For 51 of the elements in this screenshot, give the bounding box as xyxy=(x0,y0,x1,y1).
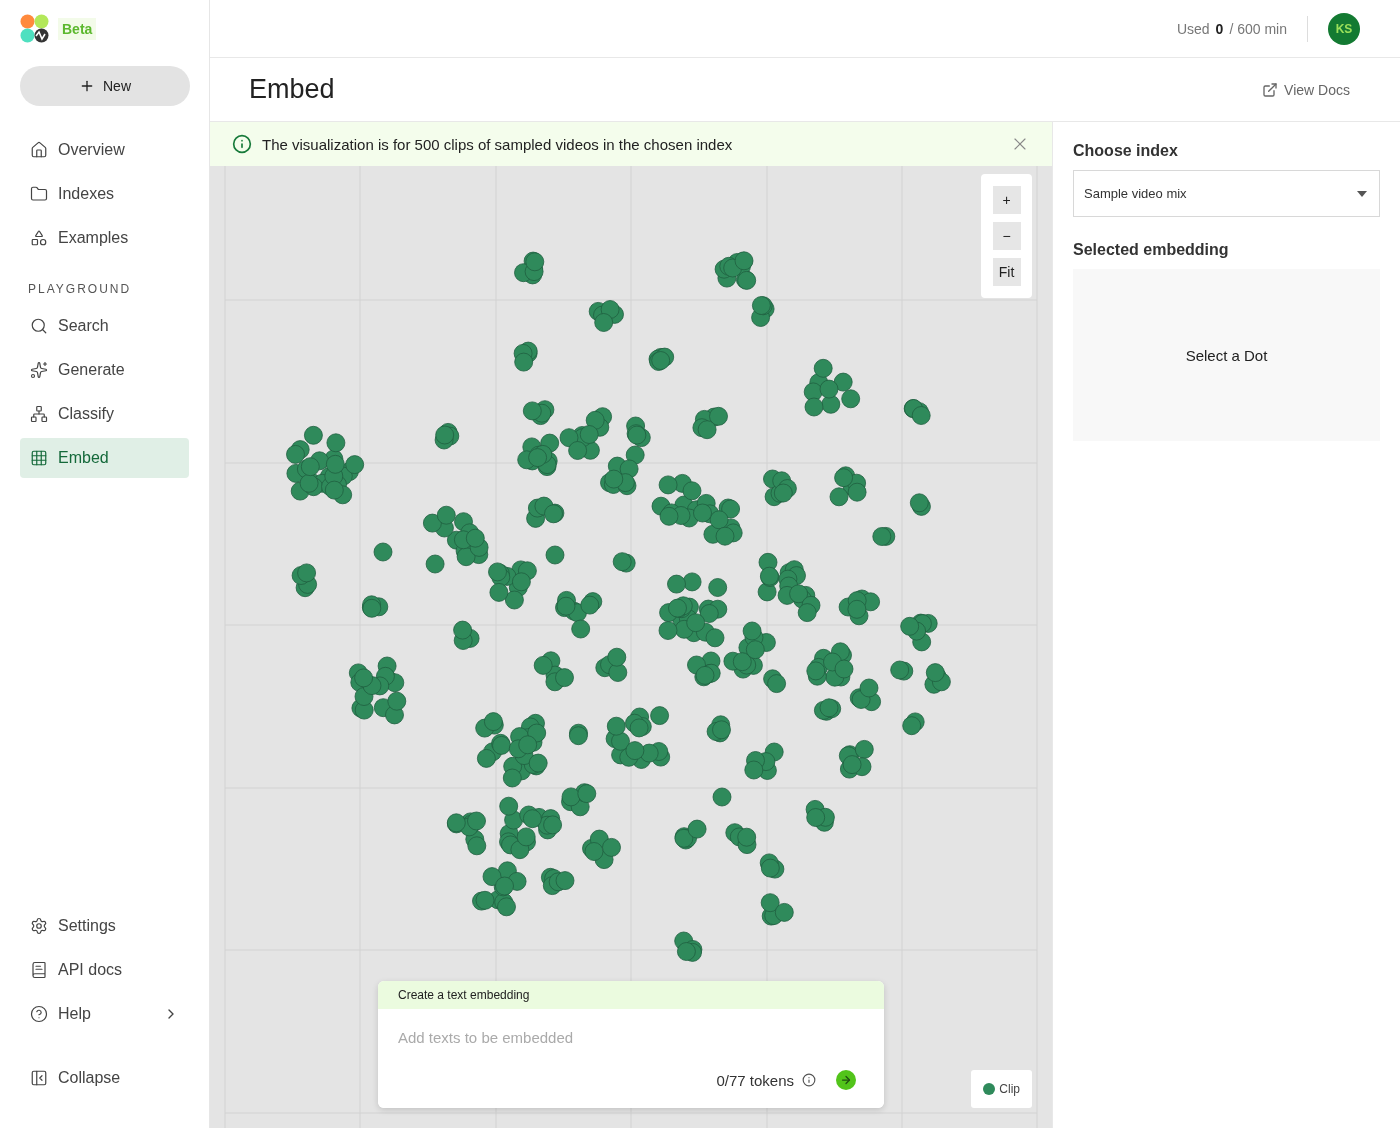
info-icon xyxy=(232,134,252,154)
plus-icon xyxy=(79,78,95,94)
collapse-button[interactable]: Collapse xyxy=(20,1058,189,1098)
new-button[interactable]: New xyxy=(20,66,190,106)
text-input-field[interactable]: Add texts to be embedded 0/77 tokens xyxy=(378,1009,884,1108)
nav-icon xyxy=(30,405,48,423)
section-heading: Selected embedding xyxy=(1073,241,1230,259)
page-title: Embed xyxy=(249,74,335,105)
nav-item[interactable]: Generate xyxy=(20,350,189,390)
external-link-icon xyxy=(1262,81,1279,98)
nav-icon xyxy=(30,185,48,203)
zoom-button[interactable]: Fit xyxy=(992,258,1021,286)
legend-dot-icon xyxy=(983,1083,996,1095)
embedding-panel-title: Create a text embedding xyxy=(378,981,884,1009)
nav-item[interactable]: Examples xyxy=(20,218,189,258)
nav-item[interactable]: API docs xyxy=(20,950,189,990)
nav-item[interactable]: Settings xyxy=(20,906,189,946)
nav-item[interactable]: Embed xyxy=(20,438,189,478)
nav-icon xyxy=(30,317,48,335)
nav-icon xyxy=(30,961,48,979)
nav-item[interactable]: Search xyxy=(20,306,189,346)
nav-icon xyxy=(30,361,48,379)
nav-item[interactable]: Classify xyxy=(20,394,189,434)
usage-text: Used 0 / 600 min xyxy=(1176,15,1308,42)
banner-text: The visualization is for 500 clips of sampled videos in the chosen index xyxy=(262,135,734,153)
nav-icon xyxy=(30,449,48,467)
nav-item[interactable]: Overview xyxy=(20,130,189,170)
nav-icon xyxy=(30,229,48,247)
caret-icon xyxy=(1357,190,1367,197)
empty-state-text: Select a Dot xyxy=(1185,346,1268,364)
nav-item[interactable]: Indexes xyxy=(20,174,189,214)
send-button[interactable] xyxy=(836,1070,856,1090)
index-dropdown[interactable]: Sample video mix xyxy=(1073,170,1380,217)
arrow-right-icon xyxy=(840,1074,852,1086)
zoom-button[interactable]: + xyxy=(992,186,1021,214)
beta-badge: Beta xyxy=(58,18,97,40)
info-icon[interactable] xyxy=(802,1073,816,1087)
nav-item[interactable]: Help xyxy=(20,994,189,1034)
token-count: 0/77 tokens xyxy=(716,1071,794,1089)
nav-icon xyxy=(30,1005,48,1023)
collapse-icon xyxy=(30,1069,48,1087)
nav-icon xyxy=(30,141,48,159)
text-input[interactable]: Add texts to be embedded xyxy=(388,1019,874,1056)
scatter-plot-drawing[interactable] xyxy=(286,251,951,962)
zoom-button[interactable]: − xyxy=(992,222,1021,250)
logo-icon xyxy=(20,14,50,44)
section-label: PLAYGROUND xyxy=(27,282,133,296)
legend-label: Clip xyxy=(999,1082,1020,1096)
section-heading: Choose index xyxy=(1073,142,1179,160)
nav-icon xyxy=(30,917,48,935)
view-docs-link[interactable]: View Docs xyxy=(1262,81,1350,98)
